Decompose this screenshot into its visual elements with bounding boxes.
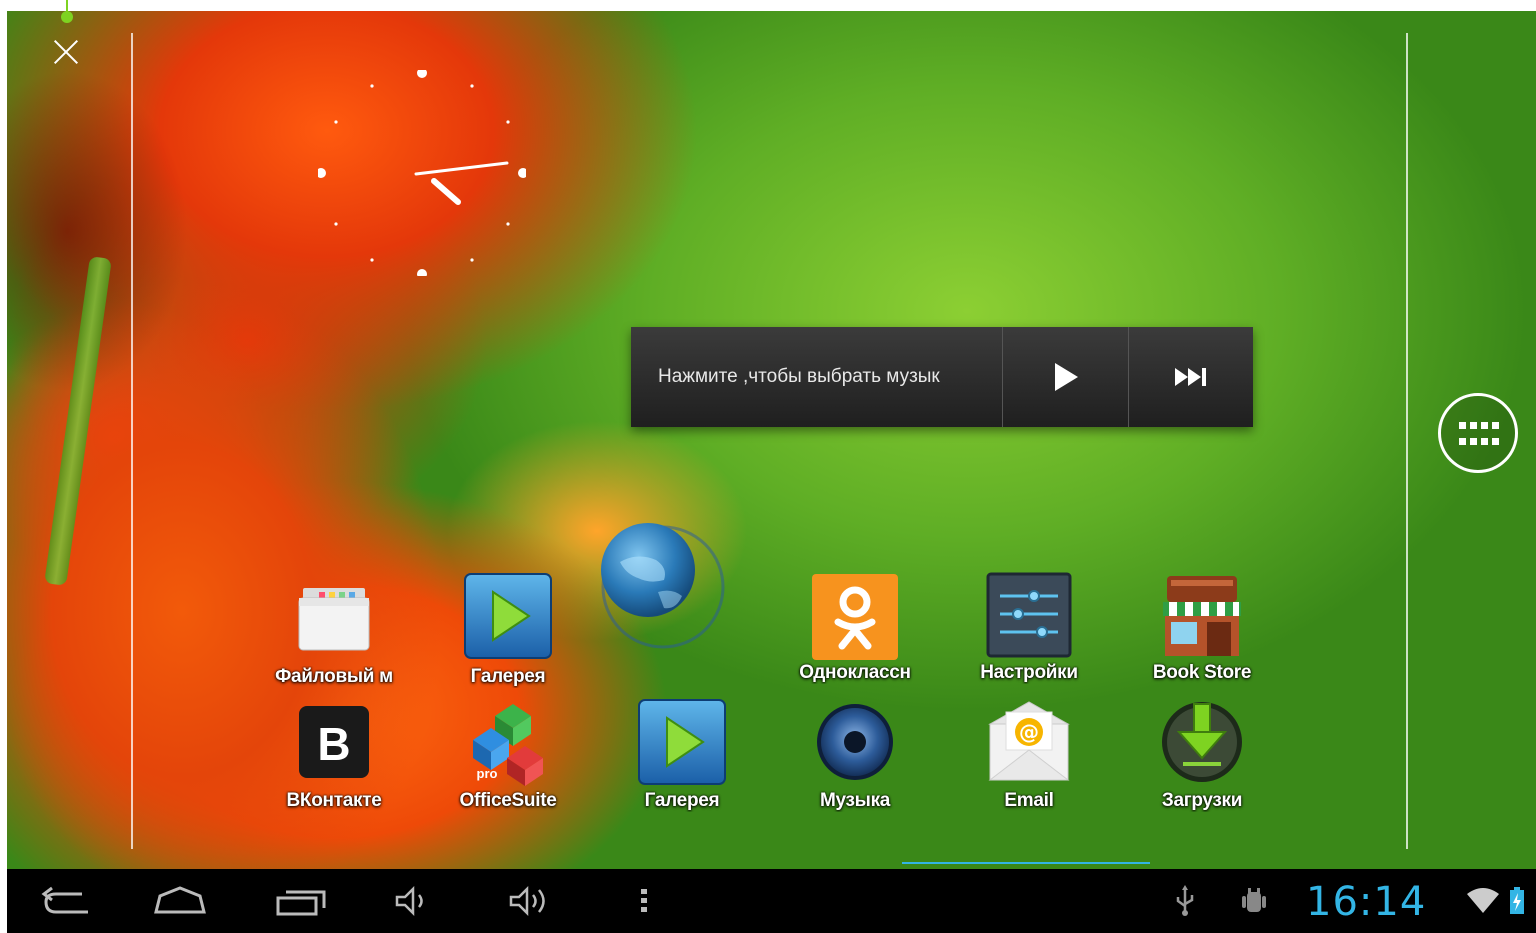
download-icon <box>1157 700 1247 790</box>
gallery-play-icon <box>637 696 727 790</box>
app-label: Галерея <box>644 790 720 811</box>
touch-indicator <box>61 0 73 23</box>
back-button[interactable] <box>34 869 98 933</box>
folder-icon <box>289 576 379 666</box>
gallery-play-icon <box>463 570 553 666</box>
settings-sliders-icon <box>984 572 1074 662</box>
wifi-status[interactable] <box>1463 869 1503 933</box>
app-label: Book Store <box>1152 662 1252 683</box>
page-indicator <box>902 862 1150 864</box>
wifi-icon <box>1467 888 1499 913</box>
home-icon <box>154 886 206 914</box>
recent-apps-icon <box>276 890 326 916</box>
edit-mode-right-border <box>1406 33 1408 849</box>
usb-icon <box>1176 885 1194 916</box>
home-screen-wallpaper <box>7 11 1536 869</box>
music-widget[interactable]: Нажмите ,чтобы выбрать музык <box>631 327 1253 427</box>
office-badge: pro <box>477 766 498 781</box>
app-downloads[interactable]: Загрузки <box>1127 700 1277 812</box>
recent-apps-button[interactable] <box>269 869 333 933</box>
home-button[interactable] <box>148 869 212 933</box>
browser-globe-icon[interactable] <box>598 522 728 652</box>
app-vkontakte[interactable]: B ВКонтакте <box>259 700 409 812</box>
app-music[interactable]: Музыка <box>780 700 930 812</box>
next-button[interactable] <box>1128 327 1253 427</box>
email-icon: @ <box>984 700 1074 790</box>
app-book-store[interactable]: Book Store <box>1127 572 1277 684</box>
app-odnoklassniki[interactable]: Одноклассн <box>780 572 930 684</box>
app-label: Настройки <box>980 662 1078 683</box>
volume-down-button[interactable] <box>387 869 437 933</box>
analog-clock-widget[interactable] <box>318 70 526 276</box>
speaker-icon <box>810 700 900 790</box>
battery-status[interactable] <box>1503 869 1531 933</box>
odnoklassniki-icon <box>810 572 900 662</box>
bookstore-icon <box>1157 572 1247 662</box>
app-gallery-2[interactable]: Галерея <box>607 696 757 812</box>
app-label: OfficeSuite <box>459 790 557 811</box>
back-icon <box>41 886 88 914</box>
app-label: Галерея <box>470 666 546 687</box>
volume-down-icon <box>395 886 423 916</box>
app-settings[interactable]: Настройки <box>954 572 1104 684</box>
app-officesuite[interactable]: pro OfficeSuite <box>433 700 583 812</box>
play-button[interactable] <box>1002 327 1128 427</box>
app-label: ВКонтакте <box>286 790 382 811</box>
menu-button[interactable] <box>629 869 659 933</box>
clock-minute-hand <box>414 161 509 176</box>
usb-status[interactable] <box>1170 869 1200 933</box>
app-email[interactable]: @ Email <box>954 700 1104 812</box>
app-label: Email <box>1004 790 1054 811</box>
app-label: Музыка <box>819 790 891 811</box>
status-clock[interactable]: 16:14 <box>1306 878 1426 926</box>
all-apps-button[interactable] <box>1438 393 1518 473</box>
app-label: Одноклассн <box>799 662 911 683</box>
menu-icon <box>641 889 647 912</box>
wallpaper-shade <box>7 11 247 431</box>
volume-up-button[interactable] <box>502 869 560 933</box>
app-gallery[interactable]: Галерея <box>433 570 583 688</box>
app-label: Загрузки <box>1161 790 1243 811</box>
vk-icon: B <box>289 700 379 790</box>
battery-charging-icon <box>1510 887 1524 914</box>
close-icon[interactable] <box>48 34 84 70</box>
edit-mode-left-border <box>131 33 133 849</box>
volume-up-icon <box>509 885 545 917</box>
app-file-manager[interactable]: Файловый м <box>259 576 409 688</box>
svg-text:@: @ <box>1019 720 1039 744</box>
debug-status[interactable] <box>1237 869 1271 933</box>
app-grid-icon <box>1459 422 1499 445</box>
play-icon <box>1054 363 1078 391</box>
vk-letter: B <box>317 718 350 770</box>
skip-next-icon <box>1175 368 1207 386</box>
clock-hour-hand <box>431 178 461 205</box>
app-label: Файловый м <box>275 666 393 687</box>
officesuite-icon: pro <box>463 700 553 790</box>
android-debug-icon <box>1242 888 1266 912</box>
music-prompt[interactable]: Нажмите ,чтобы выбрать музык <box>631 366 1002 388</box>
